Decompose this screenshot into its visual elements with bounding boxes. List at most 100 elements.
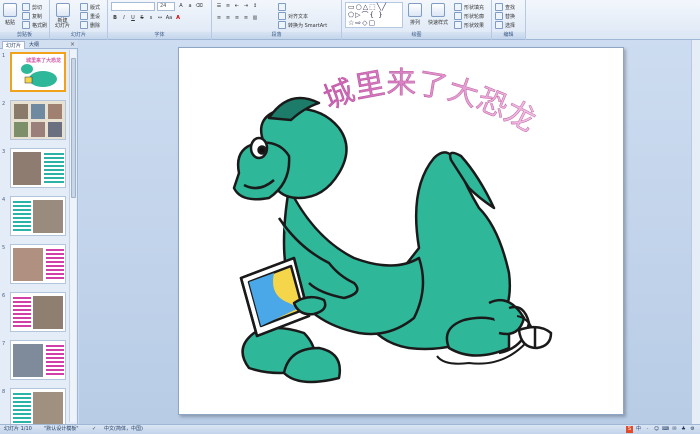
clipboard-label: 剪贴板 — [0, 32, 49, 39]
stage-scrollbar[interactable] — [691, 40, 700, 424]
slide-canvas: 城里来了大恐龙 — [232, 66, 553, 384]
settings-icon[interactable]: ⚙ — [689, 426, 696, 433]
thumb-number: 3 — [2, 149, 6, 155]
drawing-label: 绘图 — [342, 32, 491, 39]
language-status: 中文(简体，中国) — [104, 426, 143, 432]
mail-icon[interactable]: ✉ — [671, 426, 678, 433]
ime-chinese-icon[interactable]: 中 — [635, 426, 642, 433]
drawing-group: ▭○△⬚╲╱ ⬠▷⌒{ } ☆⇨◇▢ 排列 快速样式 形状填充 形状轮廓 形状效果 … — [342, 0, 492, 40]
dinosaur-illustration[interactable] — [232, 96, 553, 384]
status-bar: 幻灯片 1/10 "默认设计模板" ✓ 中文(简体，中国) S 中 · ☺ ⌨ … — [0, 424, 700, 434]
shape-fill-button[interactable]: 形状填充 — [454, 3, 484, 11]
align-buttons: ≡ ≡ ≡ ≡ ▥ — [215, 14, 259, 22]
slide-thumbnail-4[interactable] — [10, 196, 66, 236]
close-icon[interactable]: × — [70, 41, 75, 48]
font-name-combo[interactable] — [111, 2, 155, 11]
new-slide-icon — [55, 3, 70, 17]
strike-button[interactable]: S — [138, 14, 146, 22]
keyboard-icon[interactable]: ⌨ — [662, 426, 669, 433]
slide-thumbnail-3[interactable] — [10, 148, 66, 188]
sogou-icon[interactable]: S — [626, 426, 633, 433]
justify-button[interactable]: ≡ — [242, 14, 250, 22]
arrange-button[interactable]: 排列 — [408, 3, 422, 26]
align-left-button[interactable]: ≡ — [215, 14, 223, 22]
ribbon: 粘贴 剪切 复制 格式刷 剪贴板 新建 幻灯片 版式 重设 删除 幻灯片 24 … — [0, 0, 700, 40]
shapes-gallery[interactable]: ▭○△⬚╲╱ ⬠▷⌒{ } ☆⇨◇▢ — [345, 2, 403, 28]
delete-icon — [80, 21, 88, 29]
font-size-buttons: Aa ⌫ — [177, 2, 203, 10]
clear-format-button[interactable]: ⌫ — [195, 2, 203, 10]
font-label: 字体 — [108, 32, 211, 39]
thumb-number: 8 — [2, 389, 6, 395]
paste-button[interactable]: 粘贴 — [3, 3, 17, 26]
current-slide[interactable]: 城里来了大恐龙 — [178, 47, 624, 415]
slide-thumbnail-1[interactable]: 城里来了大恐龙 — [10, 52, 66, 92]
delete-button[interactable]: 删除 — [80, 21, 100, 29]
font-format-buttons: B I U S s ↔ Aa A — [111, 14, 182, 22]
outline-icon — [454, 12, 462, 20]
align-center-button[interactable]: ≡ — [224, 14, 232, 22]
numbering-button[interactable]: ≡ — [224, 2, 232, 10]
layout-button[interactable]: 版式 — [80, 3, 100, 11]
select-button[interactable]: 选择 — [495, 21, 515, 29]
grow-font-button[interactable]: A — [177, 2, 185, 10]
font-color-button[interactable]: A — [174, 14, 182, 22]
new-slide-button[interactable]: 新建 幻灯片 — [55, 3, 70, 29]
thumb-number: 5 — [2, 245, 6, 251]
align-text-button[interactable]: 对齐文本 — [278, 12, 308, 20]
align-text-icon — [278, 12, 286, 20]
align-right-button[interactable]: ≡ — [233, 14, 241, 22]
case-button[interactable]: Aa — [165, 14, 173, 22]
slides-panel: 幻灯片 大纲 × 1 城里来了大恐龙 2 3 4 5 6 7 8 — [0, 40, 78, 428]
italic-button[interactable]: I — [120, 14, 128, 22]
underline-button[interactable]: U — [129, 14, 137, 22]
select-icon — [495, 21, 503, 29]
font-size-combo[interactable]: 24 — [157, 2, 175, 11]
replace-button[interactable]: 替换 — [495, 12, 515, 20]
shape-outline-button[interactable]: 形状轮廓 — [454, 12, 484, 20]
editing-label: 编辑 — [492, 32, 525, 39]
shrink-font-button[interactable]: a — [186, 2, 194, 10]
find-button[interactable]: 查找 — [495, 3, 515, 11]
slide-title[interactable]: 城里来了大恐龙 — [318, 66, 542, 140]
cut-button[interactable]: 剪切 — [22, 3, 42, 11]
text-direction-button[interactable] — [278, 3, 286, 11]
panel-scroll-thumb[interactable] — [71, 58, 76, 198]
slide-thumbnail-6[interactable] — [10, 292, 66, 332]
tab-outline[interactable]: 大纲 — [26, 41, 42, 49]
line-spacing-button[interactable]: ↕ — [251, 2, 259, 10]
effects-icon — [454, 21, 462, 29]
spellcheck-icon[interactable]: ✓ — [92, 425, 96, 434]
slide-thumbnail-5[interactable] — [10, 244, 66, 284]
panel-scrollbar[interactable] — [69, 50, 76, 422]
system-tray: S 中 · ☺ ⌨ ✉ ♣ ⚙ — [626, 425, 696, 433]
copy-button[interactable]: 复制 — [22, 12, 42, 20]
tab-slides[interactable]: 幻灯片 — [2, 41, 26, 49]
thumb-dinosaur-image — [21, 64, 57, 87]
smartart-button[interactable]: 转换为 SmartArt — [278, 21, 327, 29]
shadow-button[interactable]: s — [147, 14, 155, 22]
slide-editing-area: 城里来了大恐龙 — [79, 40, 700, 424]
outdent-button[interactable]: ⇤ — [233, 2, 241, 10]
bullets-button[interactable]: ☰ — [215, 2, 223, 10]
bold-button[interactable]: B — [111, 14, 119, 22]
slide-thumbnail-7[interactable] — [10, 340, 66, 380]
emoji-icon[interactable]: ☺ — [653, 426, 660, 433]
slide-thumbnail-8[interactable] — [10, 388, 66, 428]
slide-thumbnail-2[interactable] — [10, 100, 66, 140]
paste-icon — [3, 3, 17, 17]
indent-button[interactable]: ⇥ — [242, 2, 250, 10]
replace-icon — [495, 12, 503, 20]
format-painter-button[interactable]: 格式刷 — [22, 21, 47, 29]
reset-icon — [80, 12, 88, 20]
columns-button[interactable]: ▥ — [251, 14, 259, 22]
editing-group: 查找 替换 选择 编辑 — [492, 0, 526, 40]
reset-button[interactable]: 重设 — [80, 12, 100, 20]
quick-styles-button[interactable]: 快速样式 — [428, 3, 448, 26]
fill-icon — [454, 3, 462, 11]
shape-effects-button[interactable]: 形状效果 — [454, 21, 484, 29]
skin-icon[interactable]: ♣ — [680, 426, 687, 433]
punctuation-icon[interactable]: · — [644, 426, 651, 433]
slides-label: 幻灯片 — [50, 32, 107, 39]
spacing-button[interactable]: ↔ — [156, 14, 164, 22]
